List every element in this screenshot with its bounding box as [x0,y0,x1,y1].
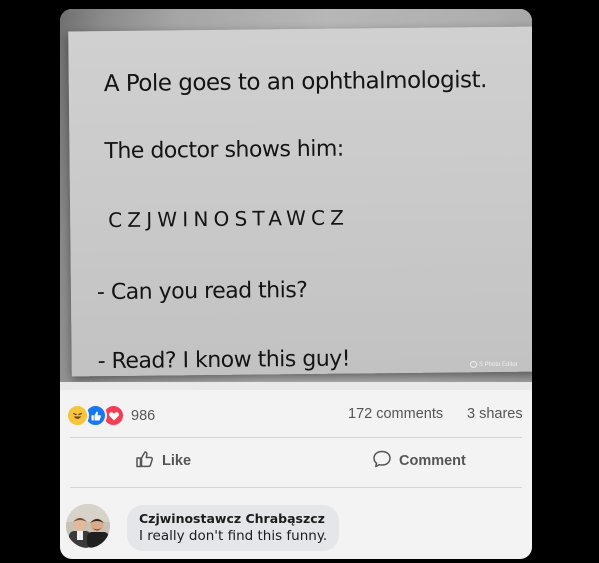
post-stats: 986 172 comments 3 shares [60,402,532,432]
comment-item: Czjwinostawcz Chrabąszcz I really don't … [60,502,532,557]
reaction-count: 986 [131,407,156,424]
divider [70,487,522,488]
image-bottom-strip [60,382,532,390]
joke-line-3: CZJWINOSTAWCZ [108,205,350,233]
watermark-logo-icon [470,361,477,368]
shares-count-link[interactable]: 3 shares [467,406,523,422]
comment-button[interactable]: Comment [372,449,466,473]
post-actions: Like Comment [60,449,532,479]
commenter-avatar[interactable] [66,504,110,548]
joke-line-4: - Can you read this? [96,277,308,306]
post-card: A Pole goes to an ophthalmologist. The d… [60,9,532,559]
commenter-name[interactable]: Czjwinostawcz Chrabąszcz [139,511,327,526]
reactions-summary[interactable]: 986 [66,404,155,427]
photo-editor-watermark: S Photo Editor [470,361,518,368]
comment-bubble-icon [372,449,392,473]
thumbs-up-icon [135,449,155,473]
comment-bubble: Czjwinostawcz Chrabąszcz I really don't … [127,505,340,551]
joke-line-2: The doctor shows him: [104,136,344,165]
comment-label: Comment [399,453,466,469]
haha-icon [66,404,89,427]
post-image[interactable]: A Pole goes to an ophthalmologist. The d… [60,9,532,382]
joke-paper: A Pole goes to an ophthalmologist. The d… [68,26,532,377]
divider [70,437,522,438]
comment-text: I really don't find this funny. [139,528,328,544]
watermark-text: S Photo Editor [479,361,518,368]
comments-count-link[interactable]: 172 comments [348,406,443,422]
like-label: Like [162,453,192,469]
like-button[interactable]: Like [135,449,191,473]
joke-line-5: - Read? I know this guy! [97,346,351,375]
joke-line-1: A Pole goes to an ophthalmologist. [103,67,487,98]
